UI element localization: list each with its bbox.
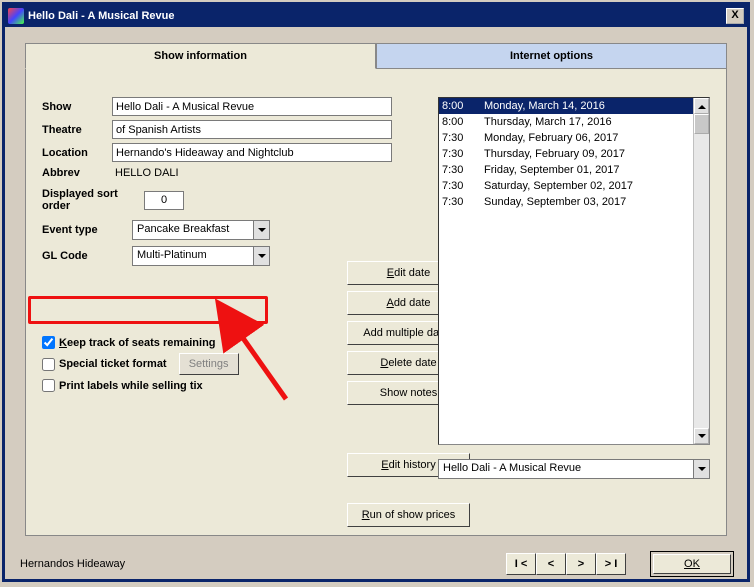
event-type-combo[interactable]: Pancake Breakfast	[132, 220, 270, 240]
nav-last-button[interactable]: > I	[596, 553, 626, 575]
panel-show-information: Show Theatre Location Abbrev HELLO DALI …	[25, 68, 727, 536]
nav-first-button[interactable]: I <	[506, 553, 536, 575]
date-text: Friday, September 01, 2017	[484, 162, 709, 178]
chevron-down-icon	[693, 460, 709, 478]
status-text: Hernandos Hideaway	[20, 558, 506, 570]
highlight-gl-code	[28, 296, 268, 324]
nav-next-button[interactable]: >	[566, 553, 596, 575]
date-time: 7:30	[442, 130, 484, 146]
date-text: Monday, March 14, 2016	[484, 98, 709, 114]
show-select-combo[interactable]: Hello Dali - A Musical Revue	[438, 459, 710, 479]
date-text: Sunday, September 03, 2017	[484, 194, 709, 210]
date-text: Thursday, February 09, 2017	[484, 146, 709, 162]
sort-order-input[interactable]	[144, 191, 184, 210]
title-bar: Hello Dali - A Musical Revue X	[5, 5, 747, 27]
scroll-thumb[interactable]	[694, 114, 709, 134]
show-input[interactable]	[112, 97, 392, 116]
close-icon[interactable]: X	[726, 8, 744, 24]
date-time: 8:00	[442, 98, 484, 114]
window-title: Hello Dali - A Musical Revue	[28, 10, 726, 22]
dates-listbox[interactable]: 8:00Monday, March 14, 20168:00Thursday, …	[438, 97, 710, 445]
keep-track-label: Keep track of seats remaining	[59, 337, 216, 349]
abbrev-value: HELLO DALI	[112, 166, 182, 180]
scrollbar[interactable]	[693, 98, 709, 444]
tab-show-information[interactable]: Show information	[25, 43, 376, 69]
date-time: 7:30	[442, 178, 484, 194]
list-item[interactable]: 7:30Sunday, September 03, 2017	[439, 194, 709, 210]
tab-internet-options[interactable]: Internet options	[376, 43, 727, 69]
settings-button[interactable]: Settings	[179, 353, 239, 375]
list-item[interactable]: 7:30Thursday, February 09, 2017	[439, 146, 709, 162]
label-show: Show	[42, 101, 112, 113]
theatre-input[interactable]	[112, 120, 392, 139]
date-text: Monday, February 06, 2017	[484, 130, 709, 146]
list-item[interactable]: 8:00Monday, March 14, 2016	[439, 98, 709, 114]
label-theatre: Theatre	[42, 124, 112, 136]
show-select-value: Hello Dali - A Musical Revue	[439, 460, 693, 478]
ok-button[interactable]: OK	[653, 554, 731, 574]
label-abbrev: Abbrev	[42, 167, 112, 179]
date-time: 8:00	[442, 114, 484, 130]
event-type-value: Pancake Breakfast	[133, 221, 253, 239]
print-labels-label: Print labels while selling tix	[59, 380, 203, 392]
list-item[interactable]: 8:00Thursday, March 17, 2016	[439, 114, 709, 130]
label-gl-code: GL Code	[42, 250, 132, 262]
gl-code-value: Multi-Platinum	[133, 247, 253, 265]
app-icon	[8, 8, 24, 24]
date-text: Saturday, September 02, 2017	[484, 178, 709, 194]
list-item[interactable]: 7:30Monday, February 06, 2017	[439, 130, 709, 146]
chevron-down-icon	[253, 221, 269, 239]
scroll-down-icon[interactable]	[694, 428, 709, 444]
location-input[interactable]	[112, 143, 392, 162]
label-sort-order: Displayed sort order	[42, 188, 132, 212]
nav-prev-button[interactable]: <	[536, 553, 566, 575]
scroll-up-icon[interactable]	[694, 98, 709, 114]
list-item[interactable]: 7:30Saturday, September 02, 2017	[439, 178, 709, 194]
run-of-show-prices-button[interactable]: Run of show prices	[347, 503, 470, 527]
special-ticket-checkbox[interactable]	[42, 358, 55, 371]
print-labels-checkbox[interactable]	[42, 379, 55, 392]
chevron-down-icon	[253, 247, 269, 265]
label-location: Location	[42, 147, 112, 159]
date-time: 7:30	[442, 146, 484, 162]
special-ticket-label: Special ticket format	[59, 358, 167, 370]
list-item[interactable]: 7:30Friday, September 01, 2017	[439, 162, 709, 178]
date-time: 7:30	[442, 194, 484, 210]
keep-track-checkbox[interactable]	[42, 336, 55, 349]
gl-code-combo[interactable]: Multi-Platinum	[132, 246, 270, 266]
date-text: Thursday, March 17, 2016	[484, 114, 709, 130]
label-event-type: Event type	[42, 224, 132, 236]
date-time: 7:30	[442, 162, 484, 178]
